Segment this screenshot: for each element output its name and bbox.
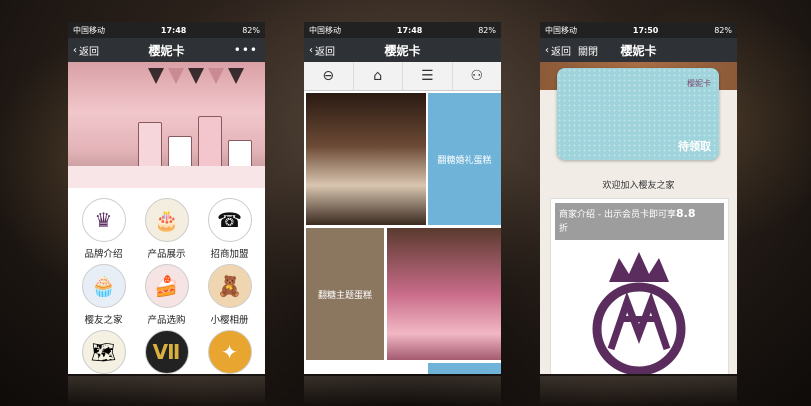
chevron-left-icon: ‹	[73, 44, 77, 56]
gift-cake-icon: 🍰	[144, 264, 189, 308]
time-text: 17:48	[396, 25, 423, 35]
grid-item-album[interactable]: 🧸 小樱相册	[198, 264, 261, 326]
list-icon[interactable]: ☰	[403, 62, 453, 90]
status-bar: 中国移动 17:48 82%	[304, 22, 501, 38]
info-suffix: 折	[559, 224, 569, 234]
reflection	[68, 376, 265, 406]
teddy-bear-icon: 🧸	[207, 264, 252, 308]
back-button[interactable]: ‹ 返回	[545, 43, 571, 58]
tile-theme-cake[interactable]: 翻糖主题蛋糕	[306, 228, 384, 360]
tile-next[interactable]	[428, 363, 501, 374]
map-icon: 🗺	[81, 330, 126, 374]
toolbar: ⊖ ⌂ ☰ ⚇	[304, 62, 501, 91]
chevron-left-icon: ‹	[309, 44, 313, 56]
carrier-text: 中国移动	[73, 25, 105, 35]
grid-item-label: 品牌介绍	[84, 249, 123, 260]
back-label: 返回	[551, 46, 571, 58]
nav-bar: ‹ 返回 樱妮卡 •••	[68, 38, 265, 62]
bunting-decoration	[68, 68, 265, 88]
menu-grid: ♛ 品牌介绍 🎂 产品展示 ☎ 招商加盟 🧁 樱友之家 🍰 产品选购 🧸 小樱相…	[68, 188, 265, 374]
cake-icon: 🎂	[144, 198, 189, 242]
grid-item-more-1[interactable]: 🗺	[72, 330, 135, 374]
phone-screen-card: 中国移动 17:50 82% ‹ 返回 關閉 樱妮卡 樱妮卡 待领取 欢迎加入樱友…	[540, 22, 737, 374]
info-discount: 8.8	[675, 207, 696, 220]
grid-item-label: 产品展示	[147, 249, 186, 260]
carrier-text: 中国移动	[545, 25, 577, 35]
tile-gallery: 翻糖婚礼蛋糕 翻糖主题蛋糕	[304, 91, 501, 374]
tile-wedding-cake[interactable]: 翻糖婚礼蛋糕	[428, 93, 501, 225]
back-label: 返回	[79, 46, 99, 58]
battery-text: 82%	[714, 25, 732, 35]
merchant-info-header: 商家介绍 - 出示会员卡即可享8.8 折	[555, 203, 724, 240]
grid-item-brand[interactable]: ♛ 品牌介绍	[72, 198, 135, 260]
grid-item-franchise[interactable]: ☎ 招商加盟	[198, 198, 261, 260]
wedding-cake-photo[interactable]	[306, 93, 426, 225]
nav-bar: ‹ 返回 樱妮卡	[304, 38, 501, 62]
grid-item-more-3[interactable]: ✦	[198, 330, 261, 374]
grid-item-label: 小樱相册	[210, 315, 249, 326]
grid-item-products[interactable]: 🎂 产品展示	[135, 198, 198, 260]
vip-icon: Ⅶ	[144, 330, 189, 374]
reflection	[304, 376, 501, 406]
cupcake-icon: 🧁	[81, 264, 126, 308]
member-card[interactable]: 樱妮卡 待领取	[557, 68, 719, 160]
grid-item-more-2[interactable]: Ⅶ	[135, 330, 198, 374]
info-prefix: 商家介绍 - 出示会员卡即可享	[559, 210, 676, 220]
user-icon[interactable]: ⚇	[453, 62, 502, 90]
back-label: 返回	[315, 46, 335, 58]
coupon-icon: ✦	[207, 330, 252, 374]
grid-item-label: 产品选购	[147, 315, 186, 326]
status-bar: 中国移动 17:48 82%	[68, 22, 265, 38]
telephone-icon: ☎	[207, 198, 252, 242]
chevron-left-icon: ‹	[545, 44, 549, 56]
crown-logo-icon	[592, 252, 686, 374]
back-button[interactable]: ‹ 返回	[73, 43, 99, 58]
time-text: 17:50	[632, 25, 659, 35]
phone-screen-gallery: 中国移动 17:48 82% ‹ 返回 樱妮卡 ⊖ ⌂ ☰ ⚇ 翻糖婚礼蛋糕 翻糖…	[304, 22, 501, 374]
theme-cake-photo[interactable]	[387, 228, 501, 360]
grid-item-label: 樱友之家	[84, 315, 123, 326]
close-button[interactable]: 關閉	[578, 43, 598, 58]
more-options-button[interactable]: •••	[234, 43, 258, 57]
card-brand: 樱妮卡	[687, 79, 711, 88]
home-icon[interactable]: ⌂	[354, 62, 403, 90]
status-bar: 中国移动 17:50 82%	[540, 22, 737, 38]
reflection	[540, 376, 737, 406]
welcome-text: 欢迎加入樱友之家	[602, 181, 675, 191]
carrier-text: 中国移动	[309, 25, 341, 35]
grid-item-label: 招商加盟	[210, 249, 249, 260]
grid-item-club[interactable]: 🧁 樱友之家	[72, 264, 135, 326]
time-text: 17:48	[160, 25, 187, 35]
back-button[interactable]: ‹ 返回	[309, 43, 335, 58]
battery-text: 82%	[242, 25, 260, 35]
crown-logo-icon: ♛	[81, 198, 126, 242]
card-page: 樱妮卡 待领取 欢迎加入樱友之家 商家介绍 - 出示会员卡即可享8.8 折	[540, 62, 737, 374]
merchant-info[interactable]: 商家介绍 - 出示会员卡即可享8.8 折	[550, 198, 729, 374]
phone-screen-home: 中国移动 17:48 82% ‹ 返回 樱妮卡 ••• ♛ 品牌介绍 🎂 产品展示…	[68, 22, 265, 374]
banner-image	[68, 62, 265, 188]
nav-bar: ‹ 返回 關閉 樱妮卡	[540, 38, 737, 62]
back-circle-icon[interactable]: ⊖	[304, 62, 354, 90]
battery-text: 82%	[478, 25, 496, 35]
claim-label: 待领取	[678, 140, 711, 153]
grid-item-shop[interactable]: 🍰 产品选购	[135, 264, 198, 326]
